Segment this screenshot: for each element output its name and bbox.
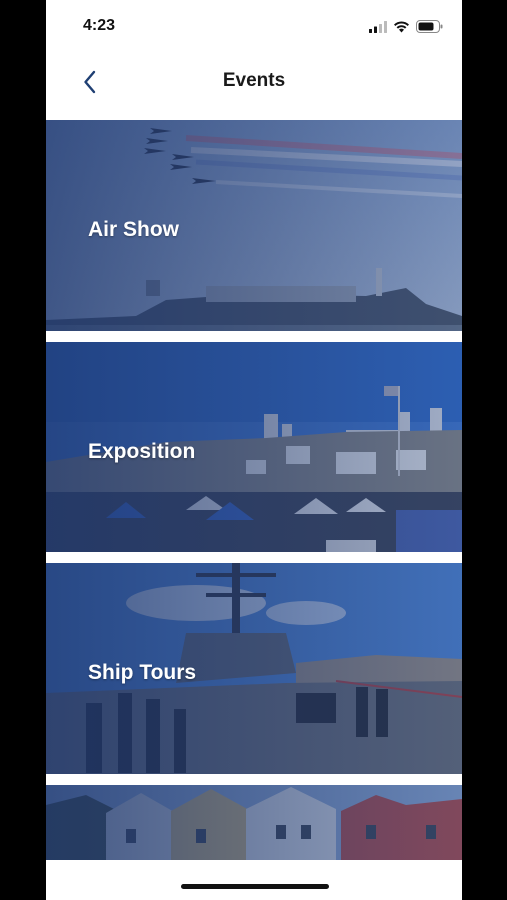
event-card-exposition[interactable]: Exposition [46,342,462,552]
event-label: Air Show [88,218,180,241]
status-icons [369,20,443,38]
status-time: 4:23 [83,17,116,34]
phone-screen: 4:23 Events Air Show Exposition Ship Tou… [46,0,462,900]
page-title: Events [222,70,286,91]
wifi-icon [393,20,410,38]
card-overlay [46,785,462,860]
signal-icon [369,20,387,38]
nav-bar: Events [46,54,462,118]
battery-icon [416,20,443,38]
home-indicator [181,884,329,889]
event-label: Ship Tours [88,661,197,684]
event-card-houses[interactable] [46,785,462,860]
status-bar: 4:23 [46,0,462,54]
event-card-air-show[interactable]: Air Show [46,120,462,331]
event-label: Exposition [88,440,196,463]
event-list: Air Show Exposition Ship Tours [46,120,462,860]
event-card-ship-tours[interactable]: Ship Tours [46,563,462,774]
